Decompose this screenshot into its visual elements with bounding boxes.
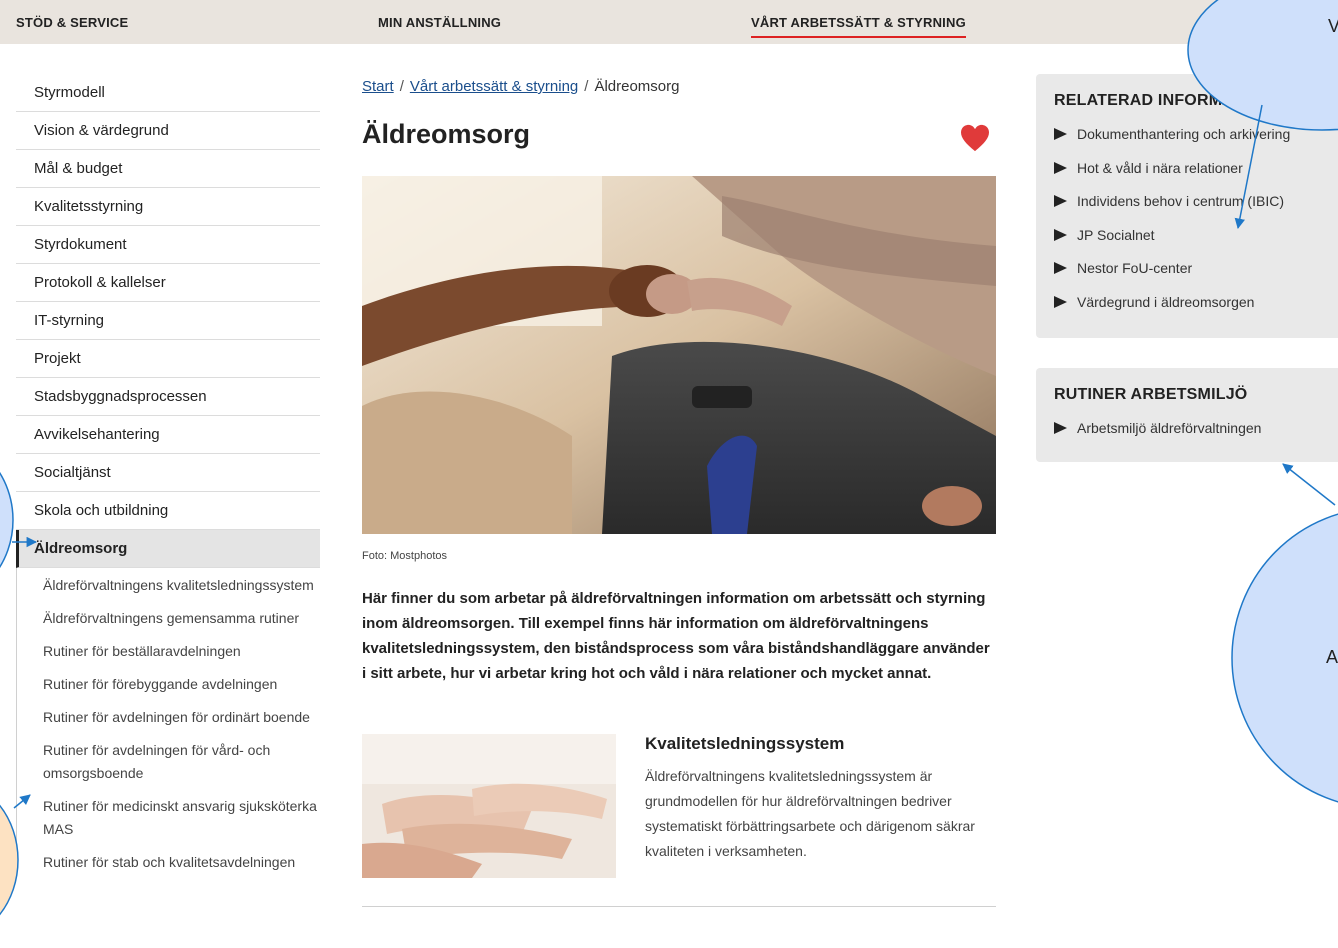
rutiner-arbetsmiljo-panel: RUTINER ARBETSMILJÖ Arbetsmiljö äldreför… xyxy=(1036,368,1338,462)
sidebar-subnav: Äldreförvaltningens kvalitetsledningssys… xyxy=(16,568,320,874)
sidebar-item-kvalitetsstyrning[interactable]: Kvalitetsstyrning xyxy=(16,188,320,226)
related-link-dokumenthantering[interactable]: Dokumenthantering och arkivering xyxy=(1054,118,1338,152)
intro-text: Här finner du som arbetar på äldreförval… xyxy=(362,590,990,682)
sidebar-item-it-styrning[interactable]: IT-styrning xyxy=(16,302,320,340)
triangle-right-icon xyxy=(1054,195,1067,207)
topnav-min-anstallning[interactable]: MIN ANSTÄLLNING xyxy=(378,15,501,30)
breadcrumb-section-link[interactable]: Vårt arbetssätt & styrning xyxy=(410,78,578,95)
breadcrumb-separator: / xyxy=(584,78,589,95)
breadcrumb-separator: / xyxy=(399,78,404,95)
related-info-panel: RELATERAD INFORMATION Dokumenthantering … xyxy=(1036,74,1338,338)
triangle-right-icon xyxy=(1054,262,1067,274)
breadcrumb-current: Äldreomsorg xyxy=(594,78,680,95)
subnav-item-vard-omsorgsboende[interactable]: Rutiner för avdelningen för vård- och om… xyxy=(43,739,320,785)
related-link-hot-vald[interactable]: Hot & våld i nära relationer xyxy=(1054,152,1338,186)
related-info-title: RELATERAD INFORMATION xyxy=(1054,92,1272,109)
topnav-stod-service[interactable]: STÖD & SERVICE xyxy=(16,15,128,30)
callout-bubble-mid-right: A xyxy=(1231,513,1338,803)
content-card-kvalitetsledningssystem[interactable]: Kvalitetsledningssystem Äldreförvaltning… xyxy=(362,734,996,879)
sidebar-item-aldreomsorg[interactable]: Äldreomsorg xyxy=(16,530,320,568)
related-link-vardegrund[interactable]: Värdegrund i äldreomsorgen xyxy=(1054,286,1338,320)
triangle-right-icon xyxy=(1054,228,1067,241)
rutiner-link-arbetsmiljo[interactable]: Arbetsmiljö äldreförvaltningen xyxy=(1054,412,1338,446)
related-link-nestor[interactable]: Nestor FoU-center xyxy=(1054,252,1338,286)
page-title: Äldreomsorg xyxy=(362,119,531,149)
triangle-right-icon xyxy=(1054,128,1067,140)
topnav-vart-arbetssatt[interactable]: VÅRT ARBETSSÄTT & STYRNING xyxy=(751,15,966,38)
sidebar-item-styrmodell[interactable]: Styrmodell xyxy=(16,74,320,112)
callout-letter-a: A xyxy=(1326,647,1338,667)
top-navigation-bar: STÖD & SERVICE MIN ANSTÄLLNING VÅRT ARBE… xyxy=(0,0,1338,44)
subnav-item-forebyggande[interactable]: Rutiner för förebyggande avdelningen xyxy=(43,673,320,696)
sidebar-item-vision-vardegrund[interactable]: Vision & värdegrund xyxy=(16,112,320,150)
triangle-right-icon xyxy=(1054,161,1067,174)
heart-icon[interactable] xyxy=(960,124,990,152)
subnav-item-stab-kvalitet[interactable]: Rutiner för stab och kvalitetsavdelninge… xyxy=(43,851,320,874)
subnav-item-kvalitetsledningssystem[interactable]: Äldreförvaltningens kvalitetsledningssys… xyxy=(43,574,320,597)
hero-image xyxy=(362,176,996,534)
sidebar-item-skola-utbildning[interactable]: Skola och utbildning xyxy=(16,492,320,530)
breadcrumb-start-link[interactable]: Start xyxy=(362,78,394,95)
sidebar-navigation: Styrmodell Vision & värdegrund Mål & bud… xyxy=(16,74,320,884)
main-content: Start / Vårt arbetssätt & styrning / Äldreom… xyxy=(362,78,996,907)
sidebar-item-stadsbyggnadsprocessen[interactable]: Stadsbyggnadsprocessen xyxy=(16,378,320,416)
subnav-item-gemensamma-rutiner[interactable]: Äldreförvaltningens gemensamma rutiner xyxy=(43,607,320,630)
triangle-right-icon xyxy=(1054,422,1067,434)
content-divider xyxy=(362,906,996,907)
subnav-item-ordinart-boende[interactable]: Rutiner för avdelningen för ordinärt boe… xyxy=(43,706,320,729)
rutiner-title: RUTINER ARBETSMILJÖ xyxy=(1054,386,1248,403)
sidebar-item-protokoll[interactable]: Protokoll & kallelser xyxy=(16,264,320,302)
sidebar-item-projekt[interactable]: Projekt xyxy=(16,340,320,378)
breadcrumb: Start / Vårt arbetssätt & styrning / Äldreom… xyxy=(362,78,996,95)
sidebar-item-socialtjanst[interactable]: Socialtjänst xyxy=(16,454,320,492)
callout-arrow xyxy=(1282,463,1336,506)
image-caption: Foto: Mostphotos xyxy=(362,550,447,562)
related-link-jp-socialnet[interactable]: JP Socialnet xyxy=(1054,219,1338,253)
triangle-right-icon xyxy=(1054,295,1067,308)
card-image[interactable] xyxy=(362,734,616,878)
related-link-ibic[interactable]: Individens behov i centrum (IBIC) xyxy=(1054,185,1338,219)
subnav-item-bestallaravdelningen[interactable]: Rutiner för beställaravdelningen xyxy=(43,640,320,663)
sidebar-item-styrdokument[interactable]: Styrdokument xyxy=(16,226,320,264)
sidebar-item-mal-budget[interactable]: Mål & budget xyxy=(16,150,320,188)
subnav-item-mas[interactable]: Rutiner för medicinskt ansvarig sjuksköt… xyxy=(43,795,320,841)
card-title[interactable]: Kvalitetsledningssystem xyxy=(645,734,844,754)
sidebar-item-avvikelsehantering[interactable]: Avvikelsehantering xyxy=(16,416,320,454)
card-description: Äldreförvaltningens kvalitetsledningssys… xyxy=(645,768,975,859)
callout-bubble-left-blue xyxy=(0,471,14,569)
